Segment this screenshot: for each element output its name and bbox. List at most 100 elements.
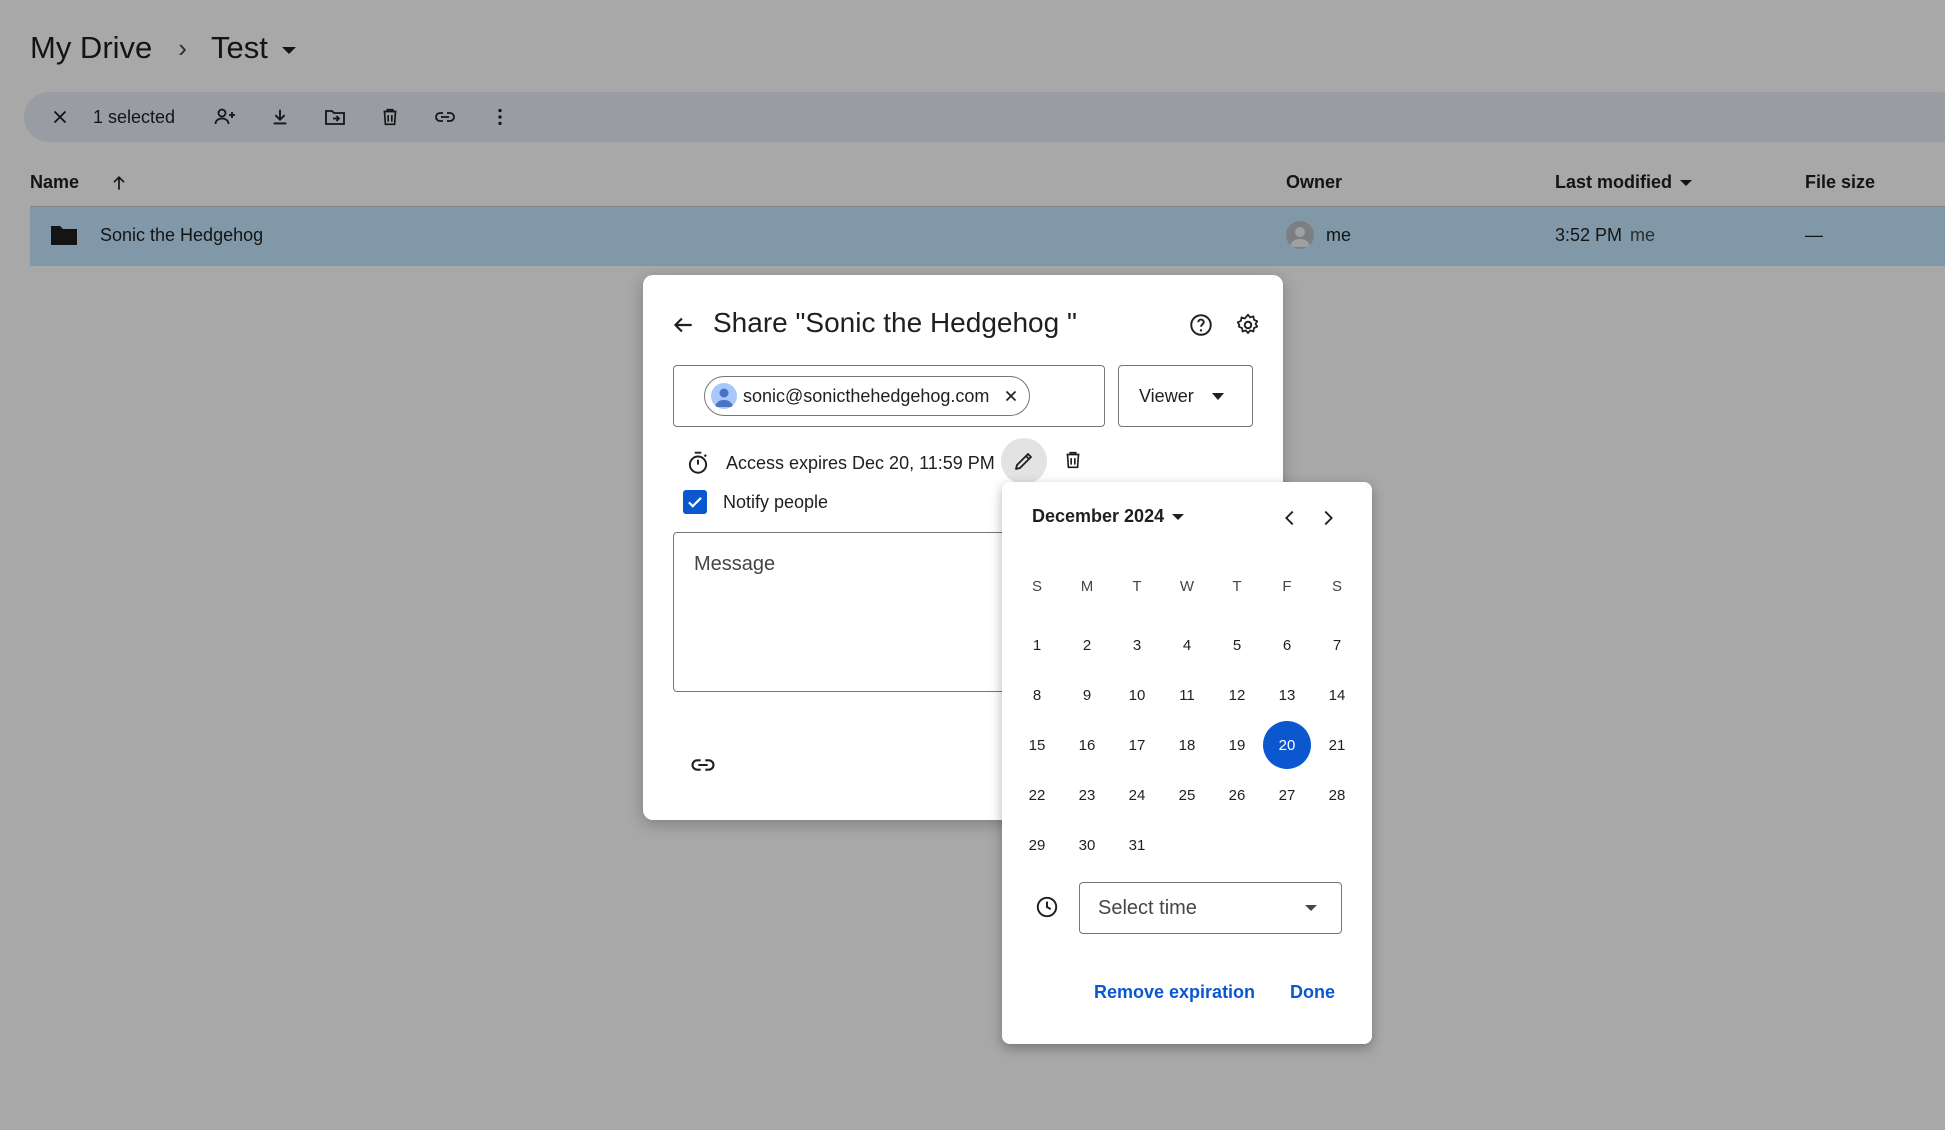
pencil-icon xyxy=(1015,453,1032,470)
time-select[interactable]: Select time xyxy=(1079,882,1342,934)
weekday-label: F xyxy=(1282,578,1292,595)
help-icon xyxy=(1190,314,1212,336)
calendar-day[interactable]: 8 xyxy=(1012,670,1062,720)
weekday-label: S xyxy=(1031,578,1042,595)
chevron-down-icon xyxy=(1211,392,1224,400)
day-rows: 1 2 3 4 5 6 7 8 9 10 11 12 13 14 15 16 17 18 19 20 21 22 23 24 2… xyxy=(1012,620,1362,870)
calendar-week: 29 30 31 xyxy=(1012,820,1362,870)
calendar-day[interactable]: 15 xyxy=(1012,720,1062,770)
calendar-day[interactable]: 16 xyxy=(1062,720,1112,770)
calendar-empty-cell xyxy=(1262,820,1312,870)
calendar-day-label: 24 xyxy=(1128,786,1146,804)
dialog-title: Share "Sonic the Hedgehog " xyxy=(713,307,1077,338)
recipient-email: sonic@sonicthehedgehog.com xyxy=(743,385,990,406)
calendar-day[interactable]: 22 xyxy=(1012,770,1062,820)
calendar-day-label: 30 xyxy=(1078,836,1096,854)
calendar-day[interactable]: 26 xyxy=(1212,770,1262,820)
month-label: December 2024 xyxy=(1032,506,1165,526)
calendar-day[interactable]: 10 xyxy=(1112,670,1162,720)
calendar-day-label: 22 xyxy=(1028,786,1046,804)
calendar-day[interactable]: 25 xyxy=(1162,770,1212,820)
calendar-day-label: 1 xyxy=(1032,636,1042,654)
help-button[interactable] xyxy=(1181,305,1221,345)
calendar-week: 15 16 17 18 19 20 21 xyxy=(1012,720,1362,770)
calendar-day[interactable]: 6 xyxy=(1262,620,1312,670)
calendar-day-label: 13 xyxy=(1278,686,1296,704)
check-icon xyxy=(688,497,702,508)
done-button[interactable]: Done xyxy=(1290,982,1335,1003)
calendar-day[interactable]: 29 xyxy=(1012,820,1062,870)
weekday-label: M xyxy=(1080,578,1094,595)
calendar-day[interactable]: 14 xyxy=(1312,670,1362,720)
calendar-day[interactable]: 3 xyxy=(1112,620,1162,670)
settings-button[interactable] xyxy=(1228,305,1268,345)
calendar-day-label: 25 xyxy=(1178,786,1196,804)
calendar-empty-cell xyxy=(1162,820,1212,870)
recipient-chip: sonic@sonicthehedgehog.com xyxy=(704,376,1031,416)
copy-link-button[interactable] xyxy=(683,745,723,785)
notify-people[interactable]: Notify people xyxy=(683,490,828,514)
date-picker: December 2024 S M T W T F S 1 2 3 4 5 6 7 8 9 10 1… xyxy=(1002,482,1372,1044)
calendar-day-label: 12 xyxy=(1228,686,1246,704)
calendar-day[interactable]: 28 xyxy=(1312,770,1362,820)
notify-checkbox[interactable] xyxy=(683,490,707,514)
person-icon xyxy=(715,388,733,407)
calendar-day-label: 9 xyxy=(1082,686,1092,704)
back-button[interactable] xyxy=(663,305,703,345)
calendar-day[interactable]: 12 xyxy=(1212,670,1262,720)
weekday-label: T xyxy=(1232,578,1242,595)
calendar-day[interactable]: 9 xyxy=(1062,670,1112,720)
next-month-button[interactable] xyxy=(1310,500,1346,536)
calendar-day[interactable]: 31 xyxy=(1112,820,1162,870)
delete-expiration-button[interactable] xyxy=(1053,440,1093,480)
calendar-day[interactable]: 24 xyxy=(1112,770,1162,820)
access-expires-text: Access expires Dec 20, 11:59 PM xyxy=(726,452,995,473)
gear-icon xyxy=(1236,313,1259,334)
calendar-day[interactable]: 4 xyxy=(1162,620,1212,670)
calendar-day[interactable]: 5 xyxy=(1212,620,1262,670)
calendar-day[interactable]: 2 xyxy=(1062,620,1112,670)
remove-recipient-button[interactable] xyxy=(999,384,1023,408)
link-icon xyxy=(691,759,715,771)
calendar-day-label: 16 xyxy=(1078,736,1096,754)
calendar-day[interactable]: 19 xyxy=(1212,720,1262,770)
calendar-day-label: 20 xyxy=(1263,721,1311,769)
time-placeholder: Select time xyxy=(1098,896,1197,919)
calendar-week: 22 23 24 25 26 27 28 xyxy=(1012,770,1362,820)
close-icon xyxy=(1006,390,1017,402)
calendar-day-label: 14 xyxy=(1328,686,1346,704)
calendar-day[interactable]: 23 xyxy=(1062,770,1112,820)
timer-icon xyxy=(683,448,713,478)
calendar-day-label: 17 xyxy=(1128,736,1146,754)
edit-expiration-button[interactable] xyxy=(1001,438,1047,484)
calendar-day-label: 27 xyxy=(1278,786,1296,804)
role-select[interactable]: Viewer xyxy=(1118,365,1253,427)
month-year-select[interactable]: December 2024 xyxy=(1032,506,1185,527)
calendar-day[interactable]: 11 xyxy=(1162,670,1212,720)
calendar-day-label: 2 xyxy=(1082,636,1092,654)
remove-expiration-button[interactable]: Remove expiration xyxy=(1094,982,1255,1003)
calendar-day-label: 19 xyxy=(1228,736,1246,754)
weekday-label: T xyxy=(1132,578,1142,595)
calendar-day[interactable]: 1 xyxy=(1012,620,1062,670)
previous-month-button[interactable] xyxy=(1272,500,1308,536)
recipients-field[interactable]: sonic@sonicthehedgehog.com xyxy=(673,365,1105,427)
trash-icon xyxy=(1066,451,1080,469)
calendar-day[interactable]: 17 xyxy=(1112,720,1162,770)
calendar-day[interactable]: 20 xyxy=(1262,720,1312,770)
calendar-day-label: 21 xyxy=(1328,736,1346,754)
calendar-day-label: 11 xyxy=(1179,686,1195,704)
calendar-day[interactable]: 30 xyxy=(1062,820,1112,870)
weekday-label: W xyxy=(1179,578,1195,595)
calendar-day[interactable]: 18 xyxy=(1162,720,1212,770)
calendar-week: 8 9 10 11 12 13 14 xyxy=(1012,670,1362,720)
calendar-day[interactable]: 27 xyxy=(1262,770,1312,820)
notify-label: Notify people xyxy=(723,491,829,512)
calendar-day-label: 18 xyxy=(1178,736,1196,754)
calendar-day-label: 8 xyxy=(1032,686,1042,704)
calendar-day[interactable]: 13 xyxy=(1262,670,1312,720)
calendar-day[interactable]: 7 xyxy=(1312,620,1362,670)
calendar-day-label: 3 xyxy=(1132,636,1142,654)
calendar-day[interactable]: 21 xyxy=(1312,720,1362,770)
calendar-day-label: 26 xyxy=(1228,786,1246,804)
